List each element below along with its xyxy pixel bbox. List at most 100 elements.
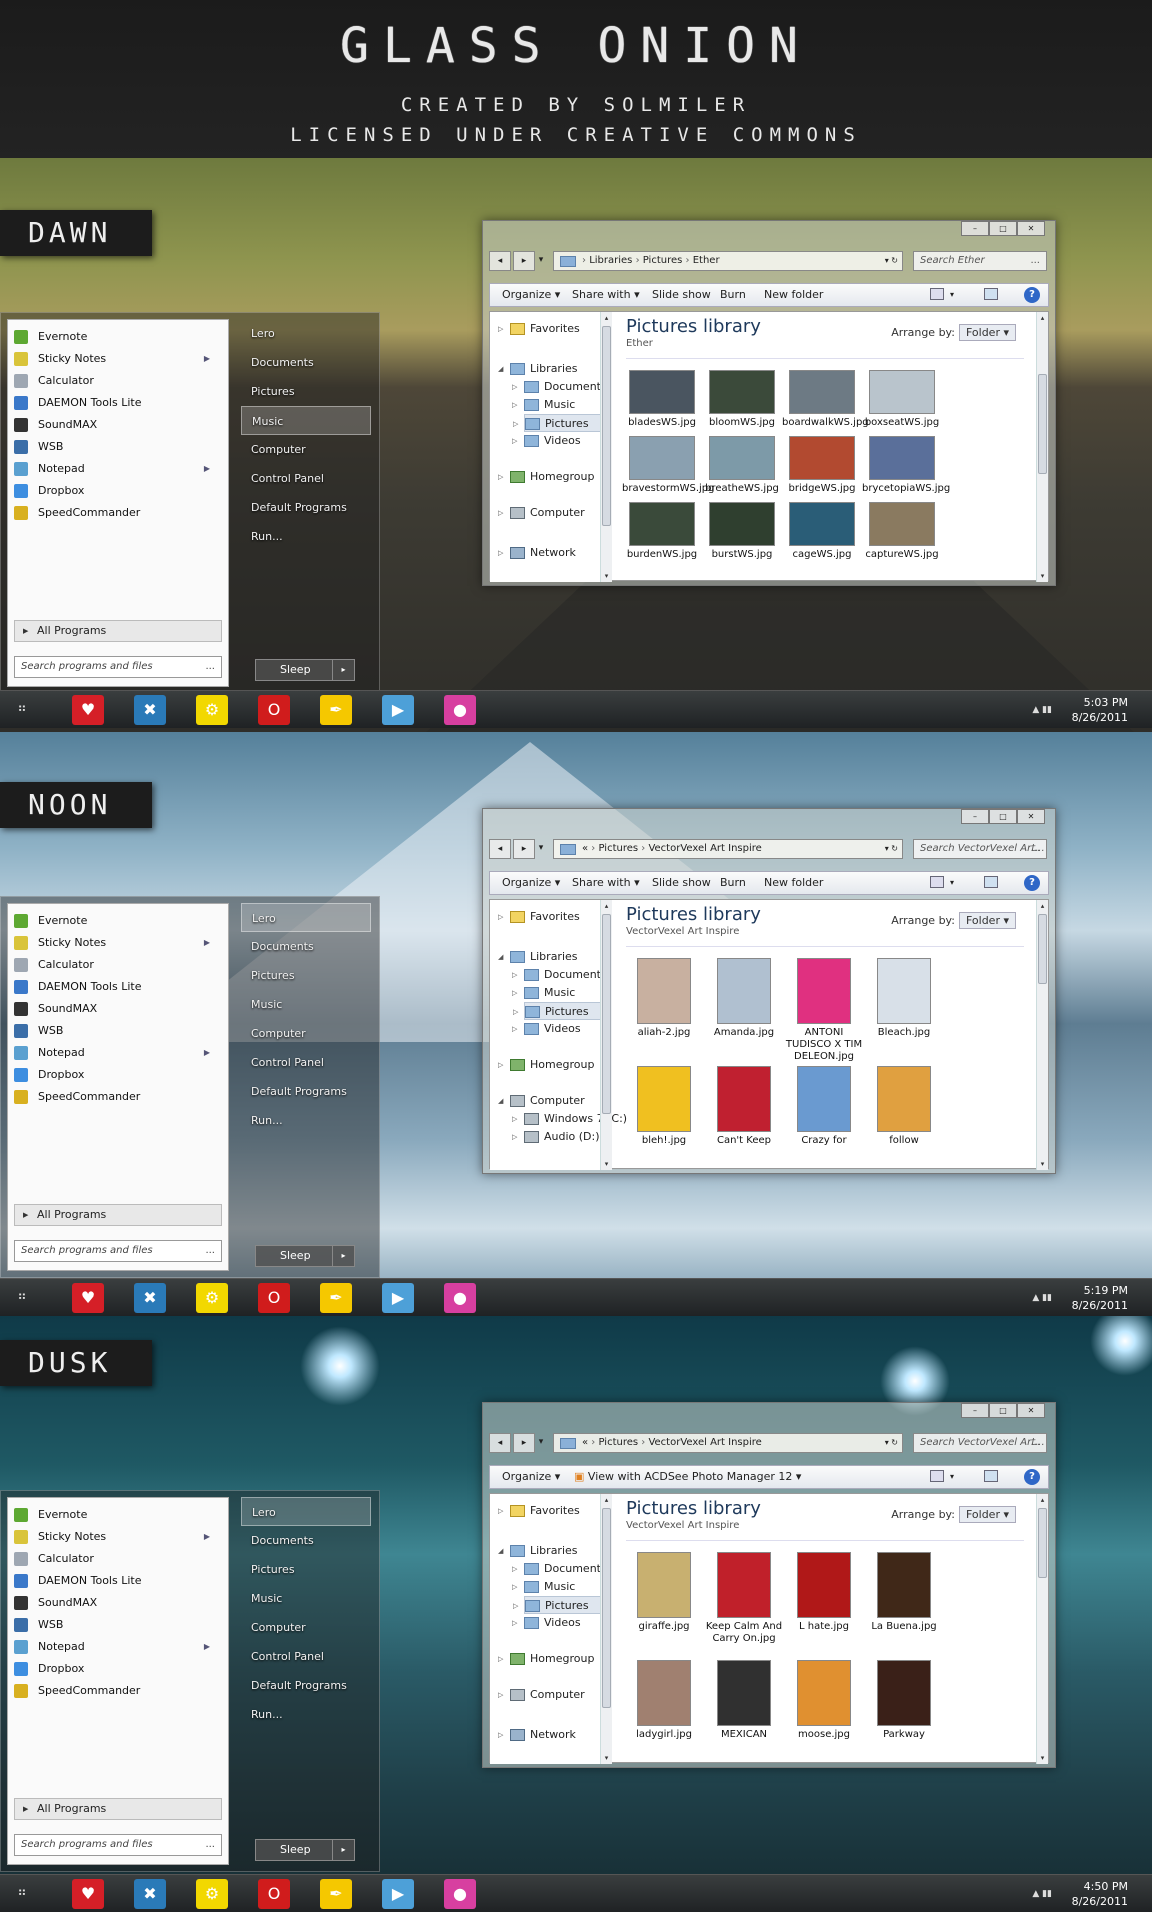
nav-pictures[interactable]: ▷ Pictures (513, 414, 606, 432)
opera-icon[interactable]: O (258, 695, 290, 725)
new-folder-button[interactable]: New folder (764, 872, 823, 894)
thumbnail-item[interactable]: cageWS.jpg (782, 502, 862, 561)
all-programs-button[interactable]: All Programs (14, 1204, 222, 1226)
sleep-button[interactable]: Sleep ▸ (255, 659, 355, 681)
program-item[interactable]: Dropbox (8, 480, 228, 502)
clock[interactable]: 4:50 PM 8/26/2011 (1072, 1879, 1128, 1909)
nav-documents[interactable]: ▷ Documents (512, 378, 607, 396)
share-with-button[interactable]: Share with ▾ (572, 284, 640, 306)
organize-button[interactable]: Organize ▾ (502, 1466, 560, 1488)
jumplist-arrow-icon[interactable]: ▶ (204, 1636, 210, 1658)
help-icon[interactable]: ? (1024, 287, 1040, 303)
new-folder-button[interactable]: New folder (764, 284, 823, 306)
expand-icon[interactable]: ▷ (498, 468, 503, 486)
thumbnail-item[interactable]: ladygirl.jpg (624, 1660, 704, 1741)
tray-icons[interactable]: ▲ ▮▮ (1032, 1293, 1052, 1303)
program-item[interactable]: Calculator (8, 954, 228, 976)
start-link[interactable]: Default Programs (241, 1077, 371, 1106)
expand-icon[interactable]: ▷ (512, 1020, 517, 1038)
maximize-icon[interactable]: □ (989, 221, 1017, 236)
content-scrollbar[interactable]: ▴ ▾ (1036, 1494, 1048, 1764)
heart-icon[interactable]: ♥ (72, 695, 104, 725)
explorer-search-input[interactable]: Search Ether... (913, 251, 1047, 271)
start-link[interactable]: Run... (241, 522, 371, 551)
jumplist-arrow-icon[interactable]: ▶ (204, 348, 210, 370)
expand-icon[interactable]: ▷ (498, 1056, 503, 1074)
recent-dropdown-icon[interactable]: ▾ (535, 1433, 547, 1453)
close-icon[interactable]: ✕ (1017, 809, 1045, 824)
thumbnail-item[interactable]: Keep Calm And Carry On.jpg (704, 1552, 784, 1645)
program-item[interactable]: DAEMON Tools Lite (8, 976, 228, 998)
game-icon[interactable]: ● (444, 695, 476, 725)
thumbnail-item[interactable]: follow (864, 1066, 944, 1147)
start-link[interactable]: Lero (241, 1497, 371, 1526)
minimize-icon[interactable]: – (961, 221, 989, 236)
program-item[interactable]: Dropbox (8, 1064, 228, 1086)
nav-favorites[interactable]: ▷ Favorites (498, 908, 606, 926)
nav-computer[interactable]: ▷ Computer (498, 1686, 606, 1704)
nav-computer[interactable]: ▷ Computer (498, 504, 606, 522)
thumbnail-item[interactable]: burstWS.jpg (702, 502, 782, 561)
thumbnail-item[interactable]: MEXICAN (704, 1660, 784, 1741)
nav-libraries[interactable]: ◢ Libraries (498, 360, 606, 378)
program-item[interactable]: WSB (8, 1614, 228, 1636)
media-player-icon[interactable]: ▶ (382, 695, 414, 725)
expand-icon[interactable]: ▷ (498, 320, 503, 338)
help-icon[interactable]: ? (1024, 875, 1040, 891)
organize-button[interactable]: Organize ▾ (502, 872, 560, 894)
thumbnail-item[interactable]: Bleach.jpg (864, 958, 944, 1039)
start-button[interactable]: ⠶ (12, 1883, 32, 1903)
content-scrollbar[interactable]: ▴ ▾ (1036, 312, 1048, 582)
arrange-by-dropdown[interactable]: Folder ▾ (958, 1506, 1016, 1523)
program-item[interactable]: DAEMON Tools Lite (8, 1570, 228, 1592)
all-programs-button[interactable]: All Programs (14, 1798, 222, 1820)
thumbnail-item[interactable]: moose.jpg (784, 1660, 864, 1741)
expand-icon[interactable]: ▷ (512, 966, 517, 984)
nav-videos[interactable]: ▷ Videos (512, 432, 606, 450)
clock[interactable]: 5:03 PM 8/26/2011 (1072, 695, 1128, 725)
nav-favorites[interactable]: ▷ Favorites (498, 320, 606, 338)
nav-music[interactable]: ▷ Music (512, 396, 606, 414)
thumbnail-item[interactable]: boxseatWS.jpg (862, 370, 942, 429)
start-link[interactable]: Music (241, 990, 371, 1019)
slide-show-button[interactable]: Slide show (652, 284, 711, 306)
all-programs-button[interactable]: All Programs (14, 620, 222, 642)
program-item[interactable]: Evernote (8, 1504, 228, 1526)
nav-homegroup[interactable]: ▷ Homegroup (498, 1650, 606, 1668)
preview-pane-icon[interactable] (984, 288, 998, 300)
back-icon[interactable]: ◂ (489, 251, 511, 271)
nav-network[interactable]: ▷ Network (498, 544, 606, 562)
shutdown-options-icon[interactable]: ▸ (332, 1840, 354, 1860)
breadcrumb-item[interactable]: VectorVexel Art Inspire (648, 843, 761, 854)
program-item[interactable]: Evernote (8, 326, 228, 348)
expand-icon[interactable]: ▷ (498, 1686, 503, 1704)
nav-pictures[interactable]: ▷ Pictures (513, 1002, 606, 1020)
thumbnail-item[interactable]: ANTONI TUDISCO X TIM DELEON.jpg (784, 958, 864, 1063)
address-bar[interactable]: › Libraries › Pictures › Ether ▾ ↻ (553, 251, 903, 271)
maximize-icon[interactable]: □ (989, 809, 1017, 824)
address-dropdown-icon[interactable]: ▾ ↻ (885, 252, 898, 270)
program-item[interactable]: Sticky Notes ▶ (8, 932, 228, 954)
arrange-by-dropdown[interactable]: Folder ▾ (958, 912, 1016, 929)
nav-documents[interactable]: ▷ Documents (512, 1560, 607, 1578)
nav-pictures[interactable]: ▷ Pictures (513, 1596, 606, 1614)
expand-icon[interactable]: ▷ (512, 378, 517, 396)
tray-icons[interactable]: ▲ ▮▮ (1032, 1889, 1052, 1899)
clock[interactable]: 5:19 PM 8/26/2011 (1072, 1283, 1128, 1313)
program-item[interactable]: Notepad ▶ (8, 1042, 228, 1064)
eyedropper-icon[interactable]: ✒ (320, 1879, 352, 1909)
program-item[interactable]: SoundMAX (8, 414, 228, 436)
acdsee-button[interactable]: ▣ View with ACDSee Photo Manager 12 ▾ (574, 1466, 801, 1488)
eyedropper-icon[interactable]: ✒ (320, 1283, 352, 1313)
start-link[interactable]: Computer (241, 1613, 371, 1642)
close-icon[interactable]: ✕ (1017, 221, 1045, 236)
program-item[interactable]: SoundMAX (8, 998, 228, 1020)
opera-icon[interactable]: O (258, 1283, 290, 1313)
nav-homegroup[interactable]: ▷ Homegroup (498, 1056, 606, 1074)
view-icon[interactable] (930, 1470, 944, 1482)
start-link[interactable]: Documents (241, 932, 371, 961)
forward-icon[interactable]: ▸ (513, 1433, 535, 1453)
expand-icon[interactable]: ▷ (498, 908, 503, 926)
nav-scrollbar[interactable]: ▴ ▾ (600, 312, 612, 582)
view-dropdown-icon[interactable]: ▾ (950, 1466, 954, 1488)
